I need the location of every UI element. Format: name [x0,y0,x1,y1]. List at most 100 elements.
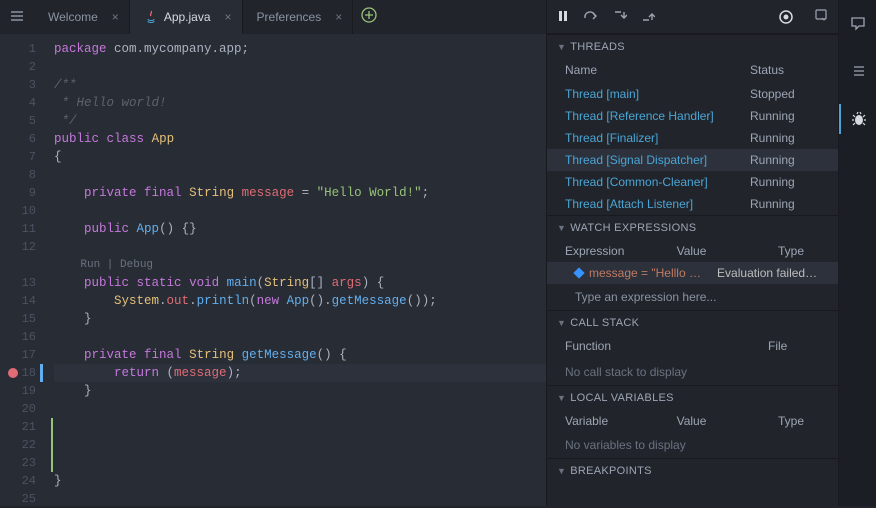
callstack-empty: No call stack to display [547,359,838,385]
gutter-line[interactable]: 22 [0,436,46,454]
code-line[interactable] [54,328,546,346]
bug-icon[interactable] [839,104,876,134]
gutter[interactable]: 1234567891011121314151617181920212223242… [0,34,46,506]
editor-area: 1234567891011121314151617181920212223242… [0,34,546,506]
code-line[interactable]: private final String message = "Hello Wo… [54,184,546,202]
gutter-line[interactable]: 2 [0,58,46,76]
gutter-line[interactable]: 4 [0,94,46,112]
gutter-line[interactable]: 7 [0,148,46,166]
thread-row[interactable]: Thread [Common-Cleaner]Running [547,171,838,193]
watch-row[interactable]: message = "Helllo …Evaluation failed… [547,262,838,284]
gutter-line[interactable]: 1 [0,40,46,58]
gutter-line[interactable]: 23 [0,454,46,472]
code-line[interactable] [54,58,546,76]
gutter-line[interactable]: 15 [0,310,46,328]
close-icon[interactable]: × [112,10,119,24]
callstack-title: CALL STACK [570,317,639,329]
step-out-button[interactable] [641,9,655,25]
code-line[interactable] [54,238,546,256]
code-line[interactable]: Run | Debug [54,256,546,274]
gutter-line[interactable]: 10 [0,202,46,220]
code-line[interactable] [54,400,546,418]
code-line[interactable]: public App() {} [54,220,546,238]
tab-app-java[interactable]: App.java × [130,0,243,34]
callstack-section-header[interactable]: ▼ CALL STACK [547,310,838,335]
step-over-button[interactable] [583,9,599,25]
watch-section-header[interactable]: ▼WATCH EXPRESSIONS [547,215,838,240]
thread-row[interactable]: Thread [Signal Dispatcher]Running [547,149,838,171]
code-lens[interactable]: Run | Debug [54,259,153,271]
code-line[interactable]: { [54,148,546,166]
code-line[interactable]: public static void main(String[] args) { [54,274,546,292]
threads-section-header[interactable]: ▼THREADS [547,34,838,59]
chevron-down-icon: ▼ [557,318,566,328]
breakpoints-section-header[interactable]: ▼BREAKPOINTS [547,458,838,483]
menu-icon[interactable] [10,9,24,26]
breakpoints-title: BREAKPOINTS [570,465,652,477]
gutter-line[interactable]: 6 [0,130,46,148]
code-line[interactable] [54,418,546,436]
code-line[interactable]: return (message); [54,364,546,382]
code-line[interactable]: */ [54,112,546,130]
code-line[interactable]: private final String getMessage() { [54,346,546,364]
code-line[interactable]: /** [54,76,546,94]
gutter-line[interactable]: 5 [0,112,46,130]
thread-row[interactable]: Thread [Attach Listener]Running [547,193,838,215]
code-line[interactable]: } [54,382,546,400]
watch-title: WATCH EXPRESSIONS [570,222,696,234]
gutter-line[interactable]: 19 [0,382,46,400]
gutter-line[interactable]: 14 [0,292,46,310]
gutter-line[interactable]: 3 [0,76,46,94]
tab-label: App.java [164,10,211,24]
code-line[interactable] [54,166,546,184]
code-line[interactable]: package com.mycompany.app; [54,40,546,58]
code-line[interactable]: public class App [54,130,546,148]
threads-title: THREADS [570,41,625,53]
close-icon[interactable]: × [335,10,342,24]
code-line[interactable] [54,454,546,472]
gutter-line[interactable]: 21 [0,418,46,436]
thread-row[interactable]: Thread [Finalizer]Running [547,127,838,149]
gutter-line[interactable]: 20 [0,400,46,418]
callstack-col-header: Function File [547,335,838,359]
tab-preferences[interactable]: Preferences× [243,0,354,34]
gutter-line[interactable]: 16 [0,328,46,346]
gutter-line[interactable]: 8 [0,166,46,184]
chat-icon[interactable] [839,8,876,38]
gutter-line[interactable]: 24 [0,472,46,490]
code-line[interactable]: System.out.println(new App().getMessage(… [54,292,546,310]
step-into-button[interactable] [613,9,627,25]
code-line[interactable] [54,202,546,220]
gutter-line[interactable]: 17 [0,346,46,364]
code-line[interactable]: } [54,310,546,328]
pause-button[interactable] [557,9,569,25]
locals-col-header: Variable Value Type [547,410,838,432]
gutter-line[interactable]: 12 [0,238,46,256]
code-line[interactable] [54,436,546,454]
gutter-line[interactable]: 9 [0,184,46,202]
code-line[interactable]: * Hello world! [54,94,546,112]
thread-row[interactable]: Thread [main]Stopped [547,83,838,105]
locals-section-header[interactable]: ▼LOCAL VARIABLES [547,385,838,410]
record-button[interactable] [778,9,794,25]
diamond-icon [573,267,584,278]
debug-toolbar [547,0,838,34]
threads-col-header: Name Status [547,59,838,83]
code-line[interactable] [54,490,546,508]
gutter-line[interactable]: 25 [0,490,46,508]
tab-bar: Welcome×App.java×Preferences× [0,0,546,34]
list-icon[interactable] [839,56,876,86]
thread-row[interactable]: Thread [Reference Handler]Running [547,105,838,127]
watch-col-header: Expression Value Type [547,240,838,262]
code-line[interactable]: } [54,472,546,490]
watch-expression-input[interactable]: Type an expression here... [547,284,838,310]
gutter-line[interactable]: 13 [0,274,46,292]
debug-options-button[interactable] [814,8,828,25]
tab-label: Welcome [48,10,98,24]
code-editor[interactable]: package com.mycompany.app; /** * Hello wo… [46,34,546,506]
tab-welcome[interactable]: Welcome × [34,0,130,34]
gutter-line[interactable]: 11 [0,220,46,238]
right-rail [838,0,876,506]
add-tab-button[interactable] [361,7,377,28]
close-icon[interactable]: × [225,10,232,24]
